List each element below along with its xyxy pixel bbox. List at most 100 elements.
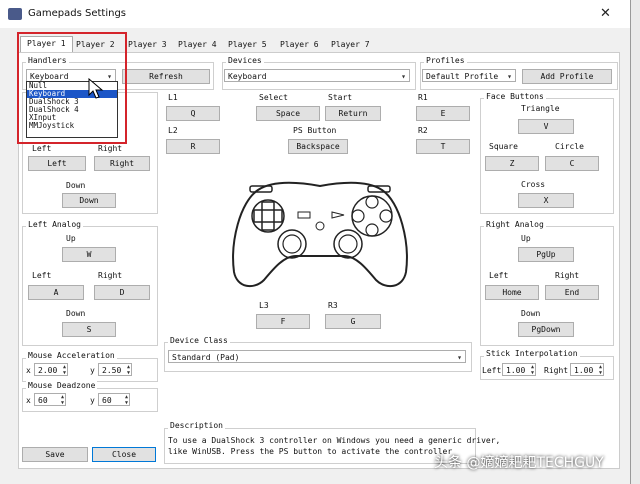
ps-button[interactable]: Backspace [288, 139, 348, 154]
l2-label: L2 [168, 126, 178, 135]
device-class-label: Device Class [168, 336, 230, 345]
dpad-down-button[interactable]: Down [62, 193, 116, 208]
right-analog-down-label: Down [521, 309, 540, 318]
r1-button[interactable]: E [416, 106, 470, 121]
devices-label: Devices [226, 56, 264, 65]
l3-button[interactable]: F [256, 314, 310, 329]
tab-player-4[interactable]: Player 4 [172, 38, 223, 52]
select-button[interactable]: Space [256, 106, 320, 121]
r2-button[interactable]: T [416, 139, 470, 154]
start-label: Start [328, 93, 352, 102]
right-analog-up-label: Up [521, 234, 531, 243]
background-window-edge [631, 0, 640, 484]
square-button[interactable]: Z [485, 156, 539, 171]
description-line-1: To use a DualShock 3 controller on Windo… [168, 436, 500, 445]
r3-label: R3 [328, 301, 338, 310]
annotation-highlight-box [17, 32, 127, 144]
right-analog-label: Right Analog [484, 220, 546, 229]
left-analog-down-button[interactable]: S [62, 322, 116, 337]
ps-button-label: PS Button [293, 126, 336, 135]
right-analog-right-button[interactable]: End [545, 285, 599, 300]
mouse-dead-x-value: 60 [38, 396, 48, 405]
spin-arrows-icon: ▲▼ [63, 364, 66, 376]
mouse-accel-x-input[interactable]: 2.00▲▼ [34, 363, 68, 376]
spin-arrows-icon: ▲▼ [127, 364, 130, 376]
chevron-down-icon: ▾ [507, 70, 512, 83]
description-label: Description [168, 421, 225, 430]
stick-right-label: Right [544, 366, 568, 375]
left-analog-up-button[interactable]: W [62, 247, 116, 262]
left-analog-left-button[interactable]: A [28, 285, 84, 300]
l2-button[interactable]: R [166, 139, 220, 154]
mouse-dead-x-input[interactable]: 60▲▼ [34, 393, 66, 406]
tab-player-7[interactable]: Player 7 [325, 38, 376, 52]
r1-label: R1 [418, 93, 428, 102]
mouse-dead-y-input[interactable]: 60▲▼ [98, 393, 130, 406]
mouse-acceleration-label: Mouse Acceleration [26, 351, 117, 360]
triangle-label: Triangle [521, 104, 560, 113]
right-analog-right-label: Right [555, 271, 579, 280]
dpad-down-label: Down [66, 181, 85, 190]
triangle-button[interactable]: V [518, 119, 574, 134]
stick-interpolation-label: Stick Interpolation [484, 349, 580, 358]
mouse-deadzone-label: Mouse Deadzone [26, 381, 97, 390]
left-analog-left-label: Left [32, 271, 51, 280]
tab-player-5[interactable]: Player 5 [222, 38, 273, 52]
add-profile-button[interactable]: Add Profile [522, 69, 612, 84]
mouse-accel-x-label: x [26, 366, 31, 375]
stick-right-value: 1.00 [574, 366, 593, 375]
left-analog-right-label: Right [98, 271, 122, 280]
cross-button[interactable]: X [518, 193, 574, 208]
device-value: Keyboard [228, 72, 267, 81]
spin-arrows-icon: ▲▼ [125, 394, 128, 406]
chevron-down-icon: ▾ [401, 70, 406, 83]
app-icon [8, 8, 22, 20]
mouse-accel-y-label: y [90, 366, 95, 375]
l1-label: L1 [168, 93, 178, 102]
tab-player-3[interactable]: Player 3 [122, 38, 173, 52]
circle-button[interactable]: C [545, 156, 599, 171]
stick-left-input[interactable]: 1.00 ▲▼ [502, 363, 536, 376]
profile-value: Default Profile [426, 72, 498, 81]
settings-window: Gamepads Settings ✕ Player 1 Player 2 Pl… [0, 0, 631, 484]
right-analog-left-button[interactable]: Home [485, 285, 539, 300]
select-label: Select [259, 93, 288, 102]
close-window-icon[interactable]: ✕ [600, 6, 611, 21]
controller-icon [228, 172, 412, 292]
circle-label: Circle [555, 142, 584, 151]
dpad-right-button[interactable]: Right [94, 156, 150, 171]
refresh-button[interactable]: Refresh [122, 69, 210, 84]
device-class-value: Standard (Pad) [172, 353, 239, 362]
mouse-accel-y-value: 2.50 [102, 366, 121, 375]
square-label: Square [489, 142, 518, 151]
left-analog-up-label: Up [66, 234, 76, 243]
l3-label: L3 [259, 301, 269, 310]
device-class-select[interactable]: Standard (Pad)▾ [168, 350, 466, 363]
left-analog-right-button[interactable]: D [94, 285, 150, 300]
description-line-2: like WinUSB. Press the PS button to acti… [168, 447, 452, 456]
description-group [164, 428, 476, 464]
cross-label: Cross [521, 180, 545, 189]
r3-button[interactable]: G [325, 314, 381, 329]
profile-select[interactable]: Default Profile ▾ [422, 69, 516, 82]
window-title: Gamepads Settings [28, 8, 126, 19]
close-button[interactable]: Close [92, 447, 156, 462]
left-analog-label: Left Analog [26, 220, 83, 229]
tab-player-6[interactable]: Player 6 [274, 38, 325, 52]
face-buttons-label: Face Buttons [484, 92, 546, 101]
mouse-accel-y-input[interactable]: 2.50 ▲▼ [98, 363, 132, 376]
device-select[interactable]: Keyboard ▾ [224, 69, 410, 82]
spin-arrows-icon: ▲▼ [531, 364, 534, 376]
l1-button[interactable]: Q [166, 106, 220, 121]
right-analog-left-label: Left [489, 271, 508, 280]
start-button[interactable]: Return [325, 106, 381, 121]
right-analog-up-button[interactable]: PgUp [518, 247, 574, 262]
stick-left-value: 1.00 [506, 366, 525, 375]
title-bar: Gamepads Settings ✕ [0, 0, 630, 28]
save-button[interactable]: Save [22, 447, 88, 462]
left-analog-down-label: Down [66, 309, 85, 318]
right-analog-down-button[interactable]: PgDown [518, 322, 574, 337]
mouse-dead-x-label: x [26, 396, 31, 405]
dpad-left-button[interactable]: Left [28, 156, 86, 171]
stick-right-input[interactable]: 1.00▲▼ [570, 363, 604, 376]
